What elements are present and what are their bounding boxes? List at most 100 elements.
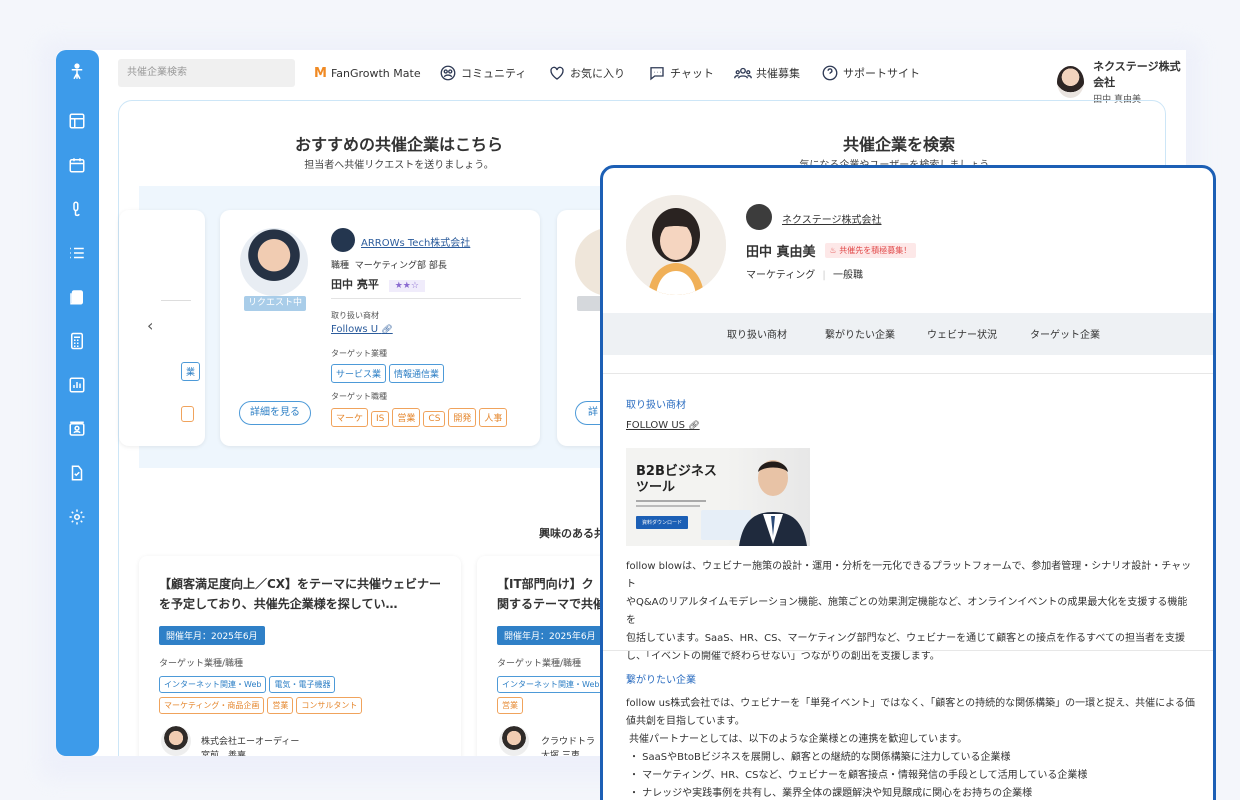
webinar-title[interactable]: 【顧客満足度向上／CX】をテーマに共催ウェビナーを予定しており、共催先企業様を探… [159,574,444,614]
job-tag: 営業 [392,408,421,427]
calculator-icon[interactable] [67,331,87,351]
description-line: follow blowは、ウェビナー施策の設計・運用・分析を一元化できるプラット… [626,561,1192,590]
clipboard-icon[interactable] [67,287,87,307]
list-icon[interactable] [67,243,87,263]
chart-icon[interactable] [67,375,87,395]
target-tag: マーケティング・商品企画 [159,697,265,714]
webinar-date-badge: 開催年月：2025年6月 [159,626,265,645]
host-avatar [499,726,529,756]
profile-tabs: 取り扱い商材 繋がりたい企業 ウェビナー状況 ターゲット企業 [603,313,1213,355]
nav-community-label: コミュニティ [461,67,527,80]
carousel-prev-arrow[interactable]: ‹ [147,316,153,335]
connect-line: ・ マーケティング、HR、CSなど、ウェビナーを顧客接点・情報発信の手段として活… [629,770,1088,781]
nav-support[interactable]: サポートサイト [821,64,920,82]
calendar-icon[interactable] [67,155,87,175]
connect-line: ・ SaaSやBtoBビジネスを展開し、顧客との継続的な関係構築に注力している企… [629,752,1011,763]
partial-card-left[interactable]: 業 [119,210,205,446]
nav-chat-label: チャット [670,67,714,80]
jobs-label: ターゲット職種 [331,392,387,401]
link-icon: 🔗︎ [688,421,700,431]
host-company: クラウドトラ [541,737,596,747]
nav-favorites[interactable]: お気に入り [548,64,625,82]
recruit-badge: ♨ 共催先を積極募集！ [824,243,917,258]
industry-label: ターゲット業種 [331,349,387,358]
connect-line: 共催パートナーとしては、以下のような企業様との連携を歓迎しています。 [629,734,968,745]
industry-tags: サービス業 情報通信業 [331,362,447,383]
brand-m-icon: M [314,65,327,81]
connect-line: 値共創を目指しています。 [626,716,745,727]
job-tag: IS [371,411,390,427]
connect-description: follow us株式会社では、ウェビナーを「単発イベント」ではなく、「顧客との… [626,695,1201,800]
job-tag: マーケ [331,408,369,427]
contact-name: 田中 亮平 [331,278,379,291]
profile-company-link[interactable]: ネクステージ株式会社 [782,211,882,226]
detail-button[interactable]: 詳細を見る [239,401,311,425]
host-person: 宮前 善嘉 [201,751,247,756]
connect-line: follow us株式会社では、ウェビナーを「単発イベント」ではなく、「顧客との… [626,698,1195,709]
product-banner-image: B2Bビジネス ツール 資料ダウンロード [626,448,810,546]
user-company: ネクステージ株式会社 [1093,60,1181,89]
user-avatar [1057,65,1085,98]
help-icon [822,65,838,81]
tab-products[interactable]: 取り扱い商材 [727,326,787,341]
product-link[interactable]: FOLLOW US 🔗︎ [626,420,700,431]
rating-stars: ★★☆ [388,280,425,292]
request-status-badge: リクエスト中 [244,296,306,311]
flame-icon: ♨ [829,246,837,255]
target-label: ターゲット業種/職種 [159,659,244,669]
company-link[interactable]: ARROWs Tech株式会社 [361,234,470,249]
target-tag: 営業 [267,697,294,714]
document-check-icon[interactable] [67,463,87,483]
target-tags-blue: インターネット関連・Web [497,672,607,693]
banner-person-illustration [701,460,807,546]
target-tag: 営業 [497,697,523,714]
recommend-subtitle: 担当者へ共催リクエストを送りましょう。 [304,160,494,171]
nav-community[interactable]: コミュニティ [439,64,526,82]
profile-overlay: ネクステージ株式会社 田中 真由美 ♨ 共催先を積極募集！ マーケティング | … [600,165,1216,800]
job-tag: 開発 [448,408,477,427]
connect-section-label: 繋がりたい企業 [626,675,696,686]
target-tag: インターネット関連・Web [497,676,605,693]
recommend-carousel: 業 ‹ リクエスト中 ARROWs Tech株式会社 職種 マーケティング部 部… [119,186,617,468]
nav-chat[interactable]: チャット [648,64,714,82]
product-link[interactable]: Follows U 🔗︎ [331,324,393,335]
banner-download-button: 資料ダウンロード [636,516,689,529]
tab-target-companies[interactable]: ターゲット企業 [1030,326,1100,341]
webinar-date-badge: 開催年月：2025年6月 [497,626,603,645]
industry-tag: サービス業 [331,364,387,383]
job-tag-fragment [181,406,194,422]
tab-webinar-status[interactable]: ウェビナー状況 [927,326,997,341]
dashboard-icon[interactable] [67,111,87,131]
host-company: 株式会社エーオーディー [201,737,300,747]
microphone-icon[interactable] [67,199,87,219]
company-search-input[interactable]: 共催企業検索 [118,59,295,87]
target-tags-blue: インターネット関連・Web 電気・電子機器 [159,672,338,693]
position-label: 職種 [331,261,350,271]
profile-role: 一般職 [832,270,863,281]
user-menu[interactable]: ネクステージ株式会社 田中 真由美 [1057,58,1186,105]
products-section-label: 取り扱い商材 [626,400,686,411]
nav-recruit[interactable]: 共催募集 [734,64,800,82]
host-avatar [161,726,191,756]
settings-gear-icon[interactable] [67,507,87,527]
webinar-card[interactable]: 【顧客満足度向上／CX】をテーマに共催ウェビナーを予定しており、共催先企業様を探… [139,556,461,756]
tab-connect[interactable]: 繋がりたい企業 [825,326,895,341]
target-tags-orange: マーケティング・商品企画 営業 コンサルタント [159,693,365,714]
logo-person-icon[interactable] [67,62,87,82]
contact-card-icon[interactable] [67,419,87,439]
industry-tag: 業 [181,362,201,381]
nav-brand-label: FanGrowth Mate [330,66,421,80]
products-label: 取り扱い商材 [331,311,379,320]
job-tags: マーケ IS 営業 CS 開発 人事 [331,406,510,427]
target-tag: インターネット関連・Web [159,676,267,693]
company-card[interactable]: リクエスト中 ARROWs Tech株式会社 職種 マーケティング部 部長 田中… [220,210,540,446]
nav-brand[interactable]: M FanGrowth Mate [314,64,421,82]
target-tags-orange: 営業 [497,693,526,714]
heart-icon [550,66,564,80]
divider [603,373,1213,374]
nav-support-label: サポートサイト [843,67,920,80]
target-label: ターゲット業種/職種 [497,659,582,669]
community-icon [440,65,456,81]
job-tag: CS [423,411,446,427]
group-icon [734,67,752,79]
